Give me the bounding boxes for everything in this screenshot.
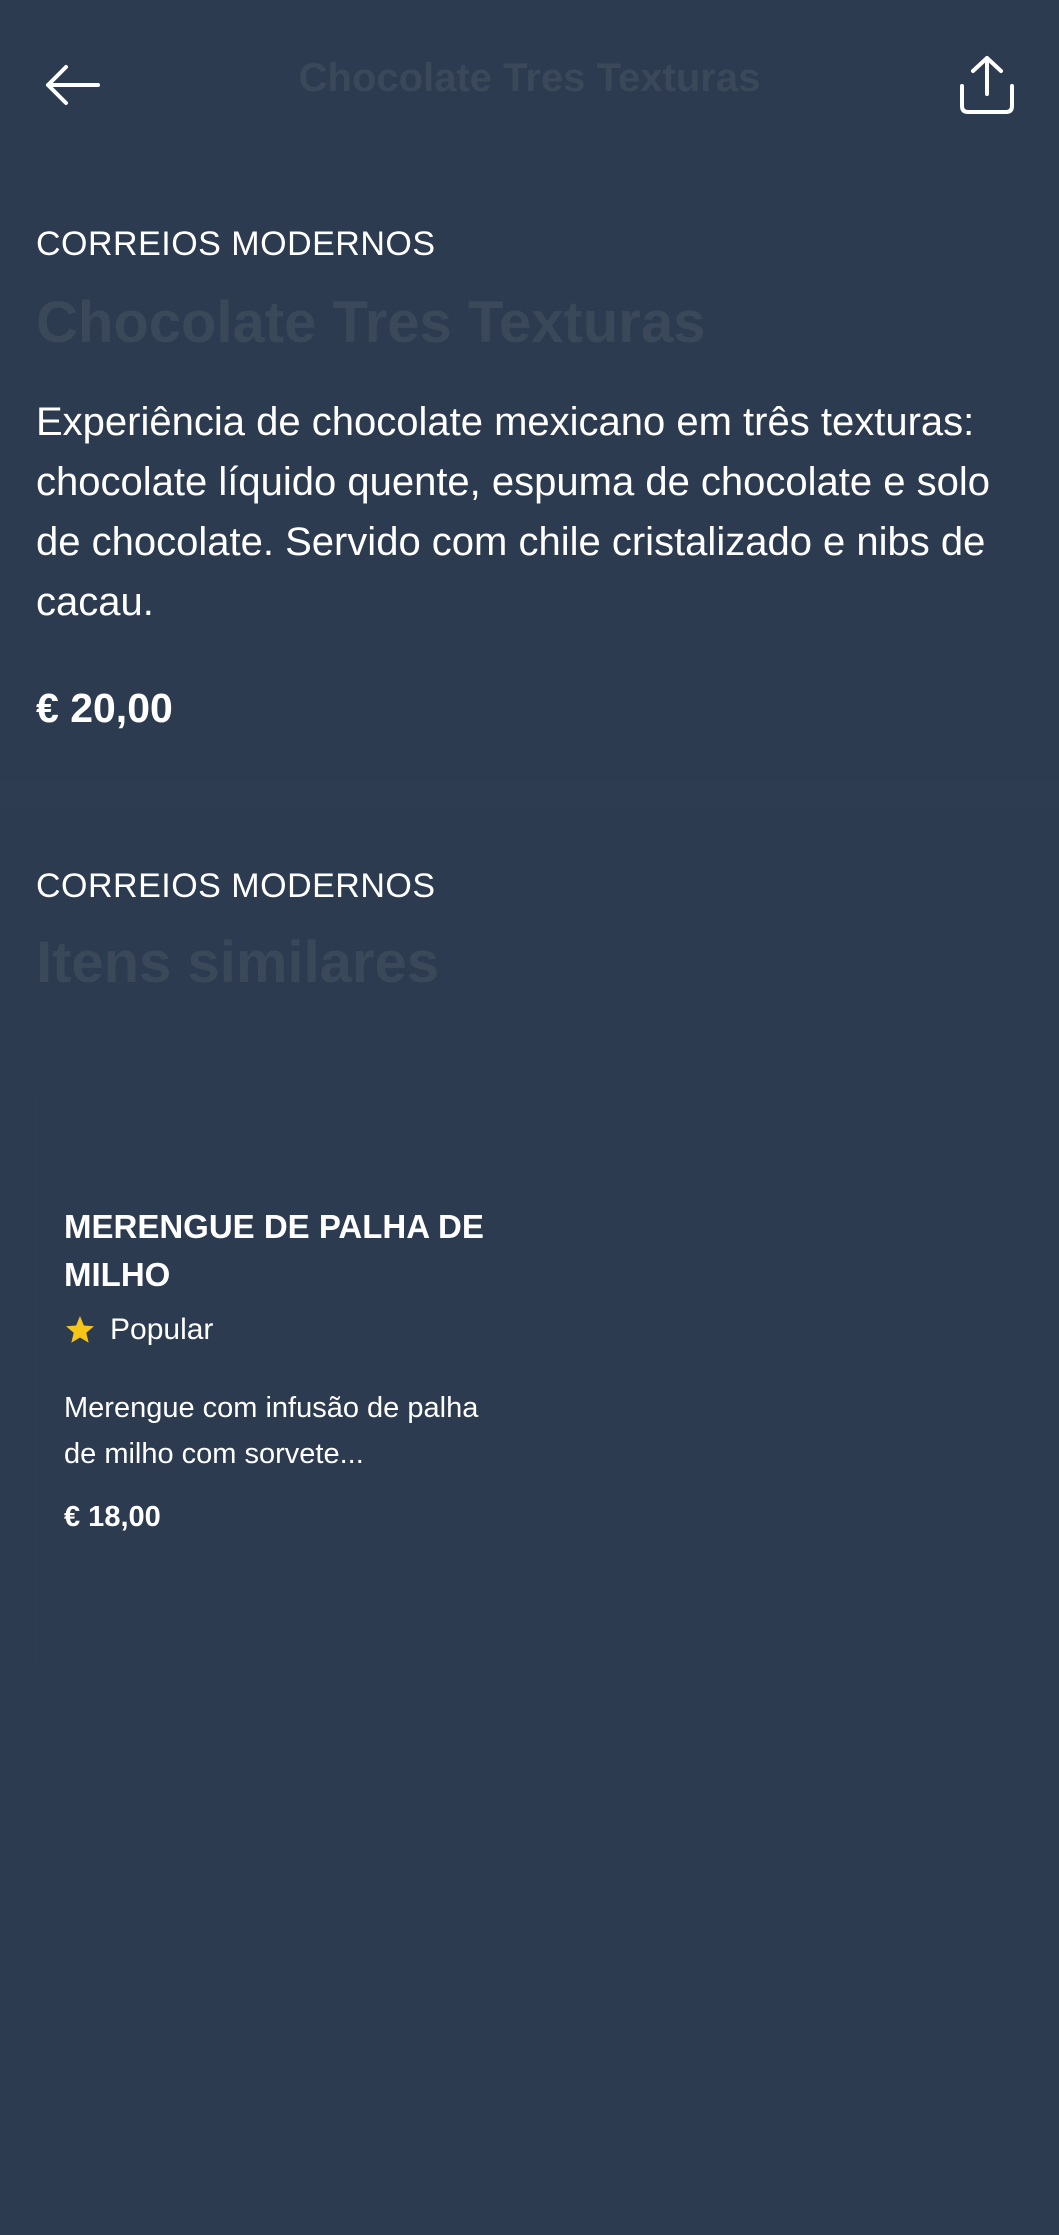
popular-badge: Popular	[64, 1313, 213, 1347]
restaurant-name: CORREIOS MODERNOS	[36, 225, 436, 263]
share-button[interactable]	[951, 49, 1023, 121]
header-title: Chocolate Tres Texturas	[298, 56, 761, 100]
product-description: Experiência de chocolate mexicano em trê…	[36, 400, 991, 624]
arrow-left-icon	[46, 65, 100, 105]
back-button[interactable]	[36, 49, 108, 121]
similar-item-price: € 18,00	[64, 1501, 161, 1533]
similar-item-name: MERENGUE DE PALHA DE MILHO	[64, 1208, 484, 1293]
share-icon	[960, 56, 1014, 114]
product-details: CORREIOS MODERNOS Chocolate Tres Textura…	[36, 222, 1023, 736]
similar-restaurant-name: CORREIOS MODERNOS	[36, 867, 436, 905]
product-price: € 20,00	[36, 685, 173, 731]
section-divider	[0, 782, 1059, 812]
page: Chocolate Tres Texturas CORREIOS MODERNO…	[0, 0, 1059, 2235]
similar-heading: Itens similares	[36, 930, 439, 995]
star-icon	[66, 1316, 94, 1343]
similar-section: CORREIOS MODERNOS Itens similares	[36, 864, 1023, 998]
popular-badge-label: Popular	[110, 1313, 214, 1346]
similar-item-description: Merengue com infusão de palha de milho c…	[64, 1392, 479, 1470]
product-title: Chocolate Tres Texturas	[36, 290, 706, 355]
similar-item-card[interactable]: MERENGUE DE PALHA DE MILHO Popular Meren…	[36, 1100, 496, 1662]
top-bar: Chocolate Tres Texturas	[0, 0, 1059, 170]
